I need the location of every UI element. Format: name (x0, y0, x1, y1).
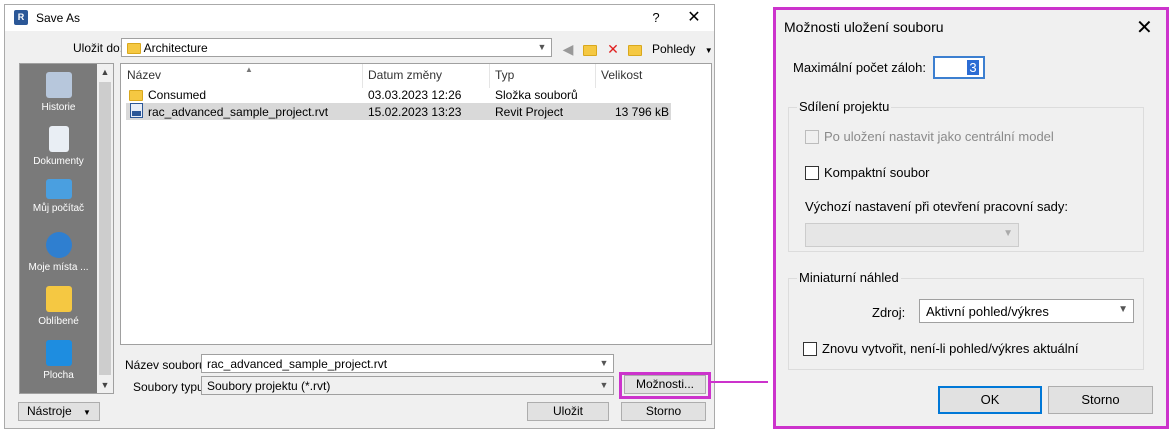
chevron-down-icon: ▼ (599, 380, 609, 390)
max-backups-value: 3 (967, 60, 979, 75)
filetype-dropdown[interactable]: Soubory projektu (*.rvt) ▼ (201, 376, 614, 395)
regenerate-label: Znovu vytvořit, není-li pohled/výkres ak… (822, 341, 1079, 356)
places-bar: Historie Dokumenty Můj počítač Moje míst… (19, 63, 114, 394)
options-cancel-button[interactable]: Storno (1048, 386, 1153, 414)
source-label: Zdroj: (872, 305, 906, 320)
chevron-down-icon: ▼ (83, 408, 91, 417)
filetype-label: Soubory typu: (133, 380, 208, 394)
default-open-label: Výchozí nastavení při otevření pracovní … (805, 199, 1069, 214)
max-backups-label: Maximální počet záloh: (793, 60, 926, 75)
place-network[interactable]: Moje místa ... (20, 228, 97, 280)
save-button[interactable]: Uložit (527, 402, 609, 421)
max-backups-input[interactable]: 3 (933, 56, 985, 79)
desktop-icon (45, 340, 72, 366)
file-save-options-dialog: Možnosti uložení souboru ✕ Maximální poč… (773, 7, 1169, 429)
chevron-down-icon: ▼ (704, 46, 713, 55)
source-dropdown[interactable]: Aktivní pohled/výkres ▼ (919, 299, 1134, 323)
filename-label: Název souboru: (125, 358, 210, 372)
place-documents[interactable]: Dokumenty (20, 122, 97, 174)
scroll-thumb[interactable] (99, 82, 111, 375)
documents-icon (48, 126, 69, 152)
tools-button[interactable]: Nástroje ▼ (18, 402, 100, 421)
make-central-label: Po uložení nastavit jako centrální model (824, 129, 1054, 144)
cancel-button[interactable]: Storno (621, 402, 706, 421)
place-history[interactable]: Historie (20, 68, 97, 120)
sort-up-icon: ▲ (245, 65, 253, 74)
dialog-title: Save As (36, 11, 81, 25)
places-scrollbar[interactable]: ▲ ▼ (97, 64, 113, 393)
help-button[interactable]: ? (645, 8, 667, 28)
thumbnail-group-title: Miniaturní náhled (797, 270, 901, 285)
close-button[interactable]: ✕ (683, 8, 705, 28)
filename-input[interactable]: rac_advanced_sample_project.rvt ▼ (201, 354, 614, 373)
up-folder-icon[interactable] (580, 39, 600, 59)
column-date[interactable]: Datum změny (368, 68, 442, 84)
network-globe-icon (45, 232, 72, 258)
delete-icon[interactable]: ✕ (603, 39, 623, 59)
back-arrow-icon[interactable]: ◀ (558, 39, 578, 59)
compact-label: Kompaktní soubor (824, 165, 930, 180)
options-dialog-title: Možnosti uložení souboru (784, 19, 944, 35)
new-folder-icon[interactable] (625, 39, 645, 59)
column-size[interactable]: Velikost (601, 68, 642, 84)
revit-file-icon (130, 103, 143, 119)
make-central-checkbox[interactable] (805, 130, 819, 144)
ok-button[interactable]: OK (938, 386, 1042, 414)
scroll-down-icon[interactable]: ▼ (97, 377, 113, 393)
close-icon[interactable]: ✕ (1136, 15, 1153, 40)
chevron-down-icon: ▼ (599, 358, 609, 368)
chevron-down-icon: ▼ (537, 42, 547, 52)
column-name[interactable]: Název ▲ (127, 65, 253, 84)
title-bar: R Save As ? ✕ (5, 5, 714, 31)
save-in-value: Architecture (143, 41, 208, 55)
regenerate-checkbox[interactable] (803, 342, 817, 356)
place-my-computer[interactable]: Můj počítač (20, 175, 97, 227)
thumbnail-group: Miniaturní náhled Zdroj: Aktivní pohled/… (788, 270, 1144, 370)
place-desktop[interactable]: Plocha (20, 336, 97, 388)
scroll-up-icon[interactable]: ▲ (97, 64, 113, 80)
save-as-dialog: R Save As ? ✕ Uložit do: Architecture ▼ … (4, 4, 715, 429)
chevron-down-icon: ▼ (1118, 304, 1128, 315)
file-row-selected[interactable]: rac_advanced_sample_project.rvt 15.02.20… (126, 103, 671, 120)
column-type[interactable]: Typ (495, 68, 514, 84)
chevron-down-icon: ▼ (1003, 228, 1013, 239)
views-label: Pohledy (652, 42, 696, 56)
save-in-label: Uložit do: (73, 41, 124, 55)
place-favorites[interactable]: Oblíbené (20, 282, 97, 334)
computer-icon (45, 179, 72, 199)
worksharing-group: Sdílení projektu Po uložení nastavit jak… (788, 99, 1144, 252)
folder-icon (127, 43, 141, 55)
file-row[interactable]: Consumed 03.03.2023 12:26 Složka souborů (126, 86, 671, 103)
compact-checkbox[interactable] (805, 166, 819, 180)
callout-connector (708, 381, 768, 383)
revit-app-icon: R (14, 10, 28, 25)
options-highlight-box (619, 372, 711, 399)
save-in-dropdown[interactable]: Architecture ▼ (121, 38, 552, 57)
folder-icon (129, 90, 143, 102)
default-open-dropdown[interactable]: ▼ (805, 223, 1019, 247)
favorites-icon (45, 286, 72, 312)
history-icon (45, 72, 72, 98)
views-menu[interactable]: Pohledy ▼ (652, 42, 713, 56)
worksharing-group-title: Sdílení projektu (797, 99, 892, 114)
file-list: Název ▲ Datum změny Typ Velikost Consume… (120, 63, 712, 345)
